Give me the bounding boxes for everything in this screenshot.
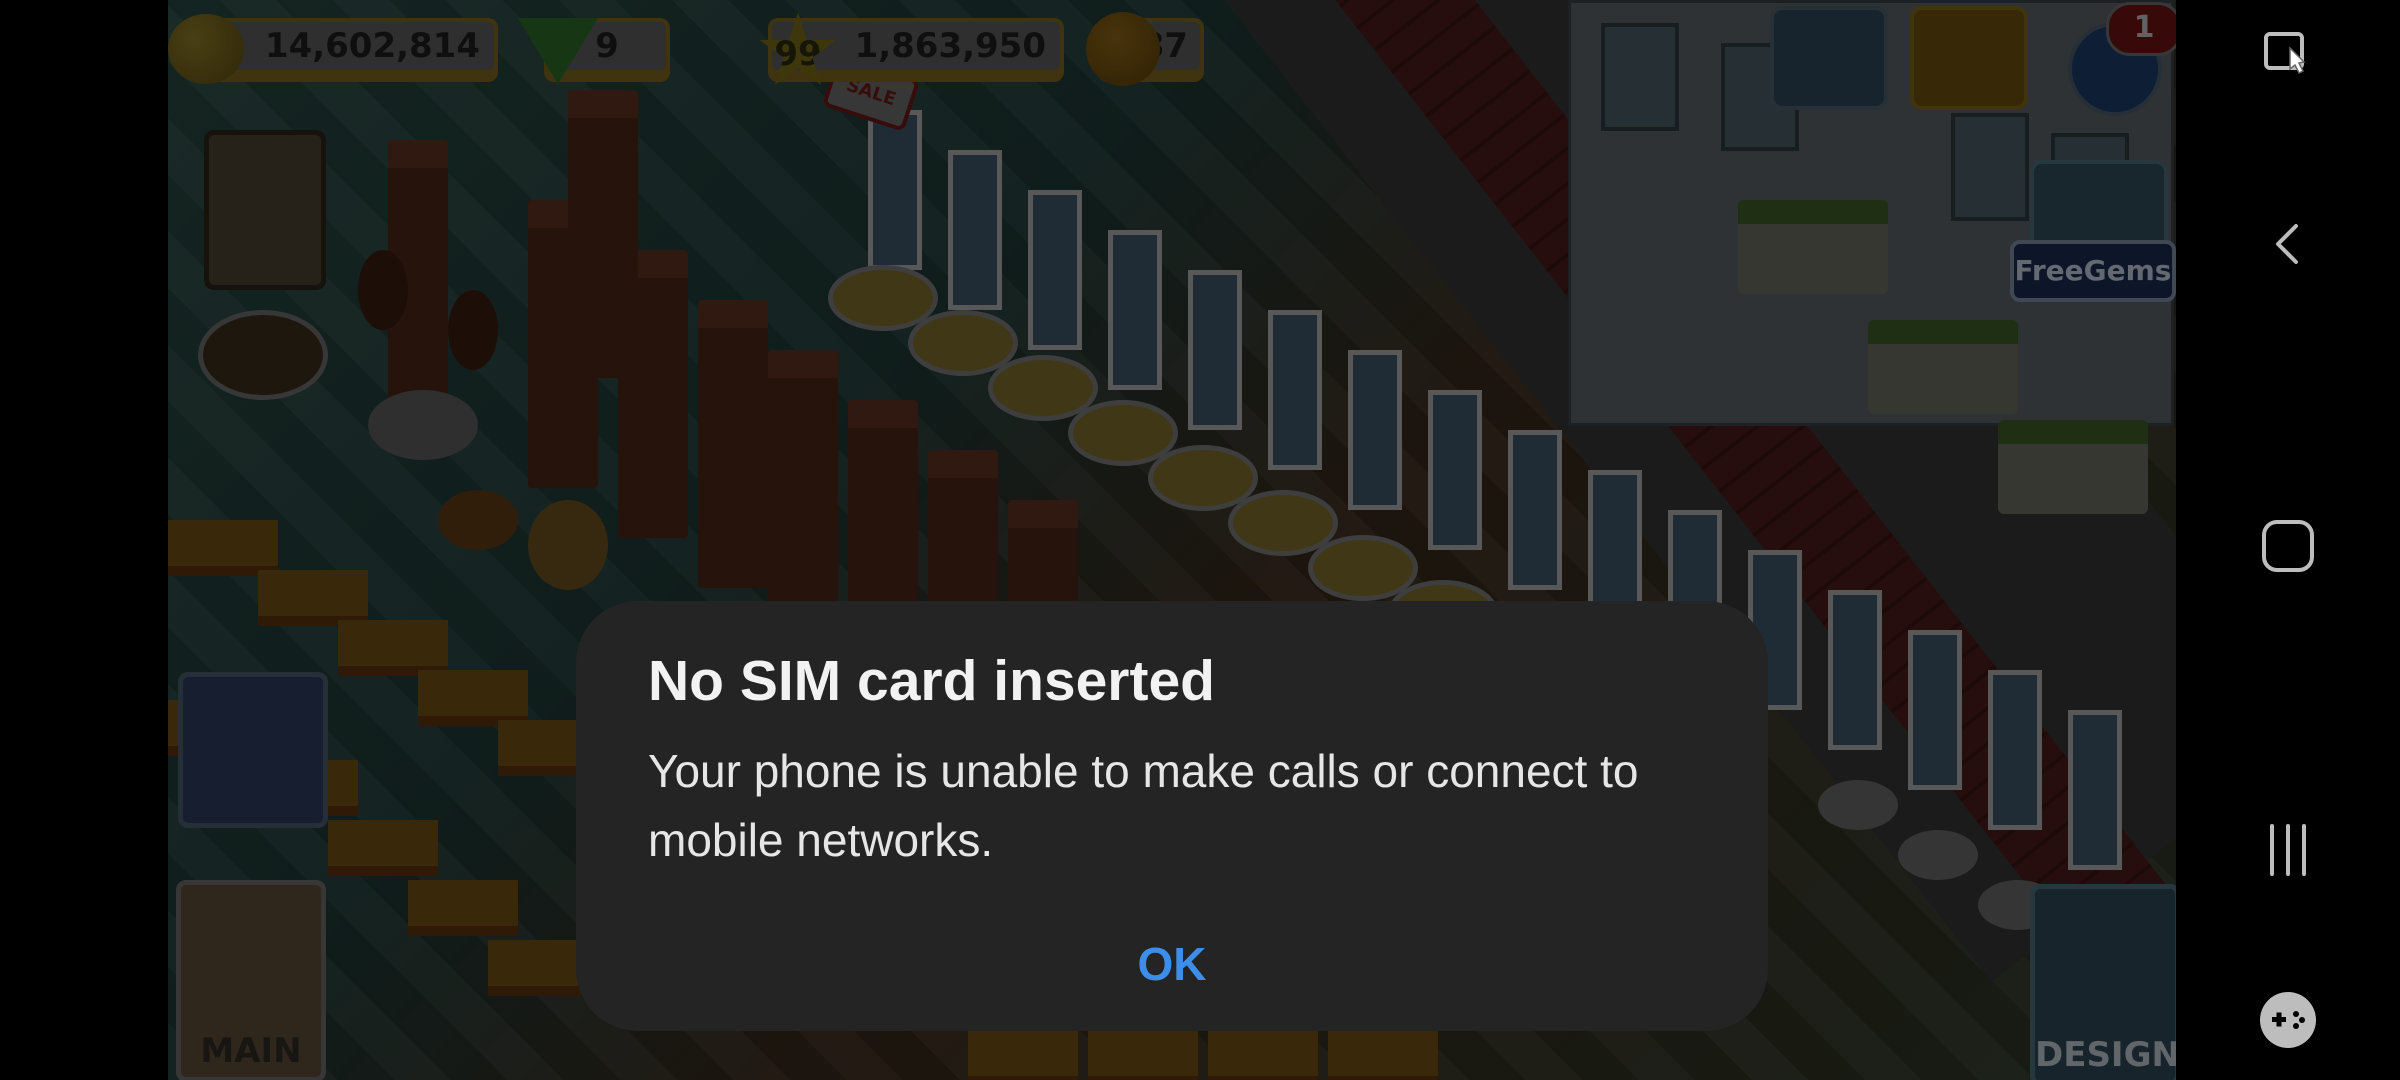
dialog-message: Your phone is unable to make calls or co…	[648, 745, 1639, 866]
navigation-bar	[2176, 0, 2400, 1080]
recents-icon[interactable]	[2238, 800, 2338, 900]
home-icon[interactable]	[2238, 496, 2338, 596]
no-sim-dialog: No SIM card inserted Your phone is unabl…	[576, 601, 1768, 1031]
screen-capture-icon[interactable]	[2238, 4, 2338, 104]
back-icon[interactable]	[2238, 194, 2338, 294]
game-tools-icon[interactable]	[2238, 970, 2338, 1070]
dialog-title: No SIM card inserted	[648, 649, 1215, 713]
ok-button[interactable]: OK	[576, 919, 1768, 1009]
